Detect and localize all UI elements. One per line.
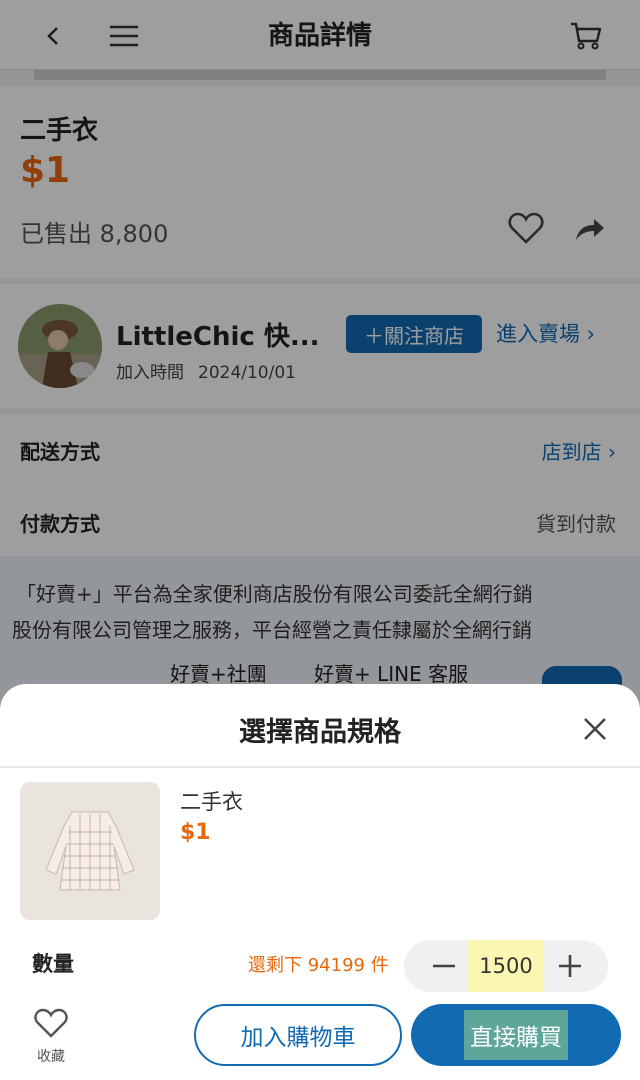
spec-selection-sheet: 選擇商品規格 二手衣 $1 數量 還剩下 94199 件 1500 收藏 加入購… — [0, 684, 640, 1080]
quantity-input[interactable]: 1500 — [468, 940, 544, 992]
quantity-label: 數量 — [32, 952, 74, 976]
minus-icon[interactable] — [424, 946, 464, 986]
collect-label: 收藏 — [37, 1049, 65, 1065]
collect-button[interactable]: 收藏 — [28, 1002, 74, 1072]
sheet-item-price: $1 — [180, 820, 211, 845]
add-to-cart-button[interactable]: 加入購物車 — [194, 1004, 402, 1066]
plus-icon[interactable] — [550, 946, 590, 986]
stock-remaining: 還剩下 94199 件 — [248, 955, 389, 976]
buy-now-label: 直接購買 — [464, 1010, 568, 1060]
heart-outline-icon — [34, 1008, 68, 1038]
product-thumbnail — [20, 782, 160, 920]
close-x-icon[interactable] — [578, 712, 612, 746]
divider — [0, 766, 640, 768]
sheet-title: 選擇商品規格 — [239, 717, 401, 748]
quantity-stepper: 1500 — [404, 940, 608, 992]
buy-now-button[interactable]: 直接購買 — [411, 1004, 621, 1066]
sheet-item-name: 二手衣 — [180, 790, 243, 814]
